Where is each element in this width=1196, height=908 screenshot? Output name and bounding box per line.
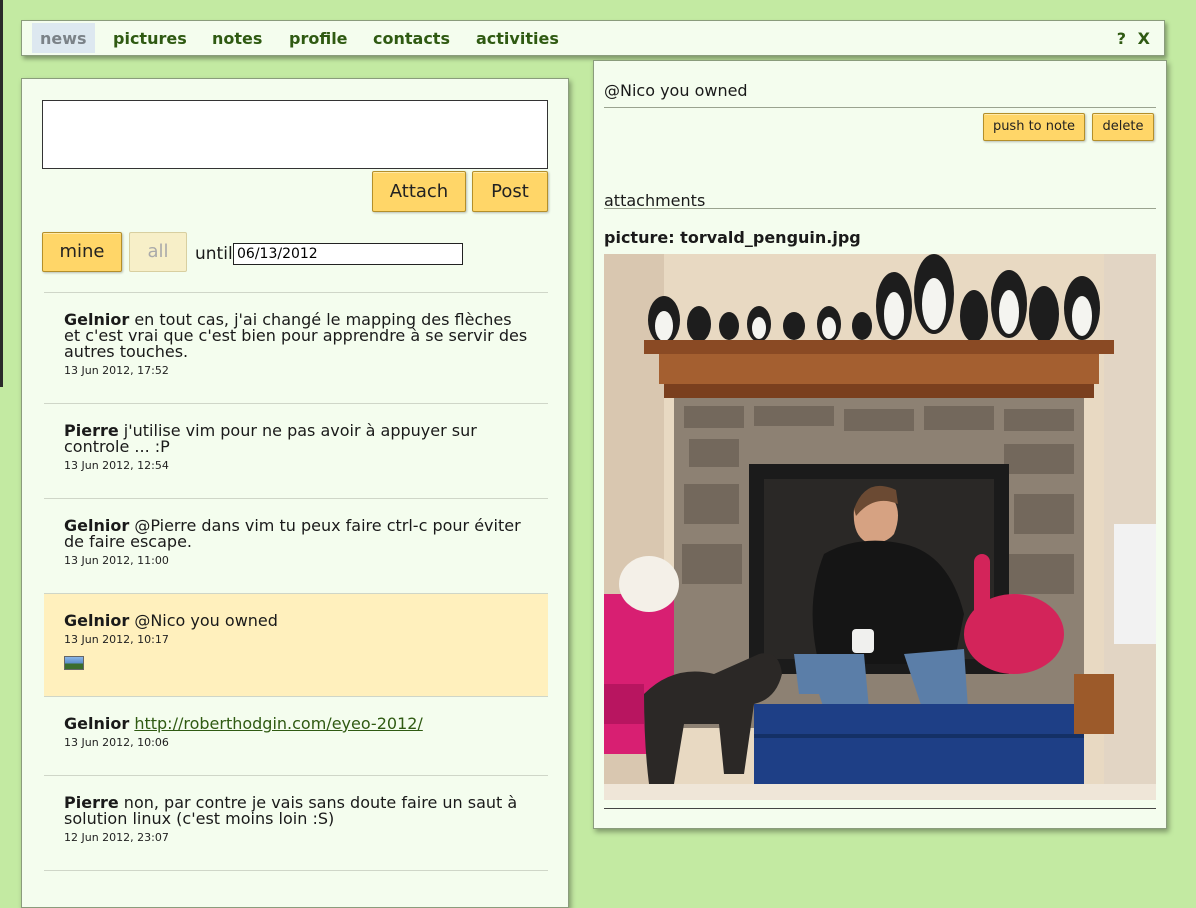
list-item[interactable]: Pierre j'utilise vim pour ne pas avoir à… (44, 403, 548, 498)
post-text: non, par contre je vais sans doute faire… (64, 793, 518, 828)
post-text: j'utilise vim pour ne pas avoir à appuye… (64, 421, 477, 456)
list-item[interactable]: Gelnior @Pierre dans vim tu peux faire c… (44, 498, 548, 593)
window-edge (0, 0, 3, 387)
post-button[interactable]: Post (472, 171, 548, 212)
picture-title: picture: torvald_penguin.jpg (604, 228, 861, 247)
top-nav: news pictures notes profile contacts act… (21, 20, 1165, 56)
post-time: 13 Jun 2012, 10:06 (64, 736, 169, 749)
until-label: until (195, 244, 233, 264)
until-date-input[interactable] (233, 243, 463, 265)
list-item[interactable]: Gelnior en tout cas, j'ai changé le mapp… (44, 292, 548, 403)
post-time: 13 Jun 2012, 10:17 (64, 633, 169, 646)
list-item[interactable]: Pierre non, par contre je vais sans dout… (44, 775, 548, 870)
nav-actions: ? X (1111, 23, 1150, 53)
filter-mine-button[interactable]: mine (42, 232, 122, 272)
post-link[interactable]: http://roberthodgin.com/eyeo-2012/ (134, 714, 422, 733)
post-time: 13 Jun 2012, 17:52 (64, 364, 169, 377)
divider (604, 808, 1156, 809)
nav-news[interactable]: news (32, 23, 95, 53)
nav-profile[interactable]: profile (289, 23, 348, 53)
post-text: en tout cas, j'ai changé le mapping des … (64, 310, 528, 361)
nav-activities[interactable]: activities (476, 23, 559, 53)
post-time: 13 Jun 2012, 11:00 (64, 554, 169, 567)
post-text: @Nico you owned (134, 611, 278, 630)
close-button[interactable]: X (1138, 29, 1150, 48)
post-time: 12 Jun 2012, 23:07 (64, 831, 169, 844)
divider (604, 208, 1156, 209)
detail-panel: @Nico you owned push to note delete atta… (593, 60, 1167, 829)
image-icon[interactable] (64, 656, 84, 670)
filter-all-button[interactable]: all (129, 232, 187, 272)
delete-button[interactable]: delete (1092, 113, 1154, 141)
divider (604, 107, 1156, 108)
detail-title: @Nico you owned (604, 81, 748, 100)
list-divider (44, 870, 548, 890)
post-composer[interactable] (42, 100, 548, 169)
news-feed: Gelnior en tout cas, j'ai changé le mapp… (44, 292, 548, 890)
nav-pictures[interactable]: pictures (113, 23, 187, 53)
post-author[interactable]: Gelnior (64, 714, 129, 733)
post-time: 13 Jun 2012, 12:54 (64, 459, 169, 472)
post-text: @Pierre dans vim tu peux faire ctrl-c po… (64, 516, 521, 551)
news-panel: Attach Post mine all until Gelnior en to… (21, 78, 569, 908)
list-item[interactable]: Gelnior http://roberthodgin.com/eyeo-201… (44, 696, 548, 775)
attachment-photo[interactable] (604, 254, 1156, 800)
list-item-selected[interactable]: Gelnior @Nico you owned 13 Jun 2012, 10:… (44, 593, 548, 696)
help-button[interactable]: ? (1117, 29, 1126, 48)
nav-notes[interactable]: notes (212, 23, 262, 53)
nav-contacts[interactable]: contacts (373, 23, 450, 53)
push-to-note-button[interactable]: push to note (983, 113, 1085, 141)
post-author[interactable]: Gelnior (64, 611, 129, 630)
attach-button[interactable]: Attach (372, 171, 466, 212)
